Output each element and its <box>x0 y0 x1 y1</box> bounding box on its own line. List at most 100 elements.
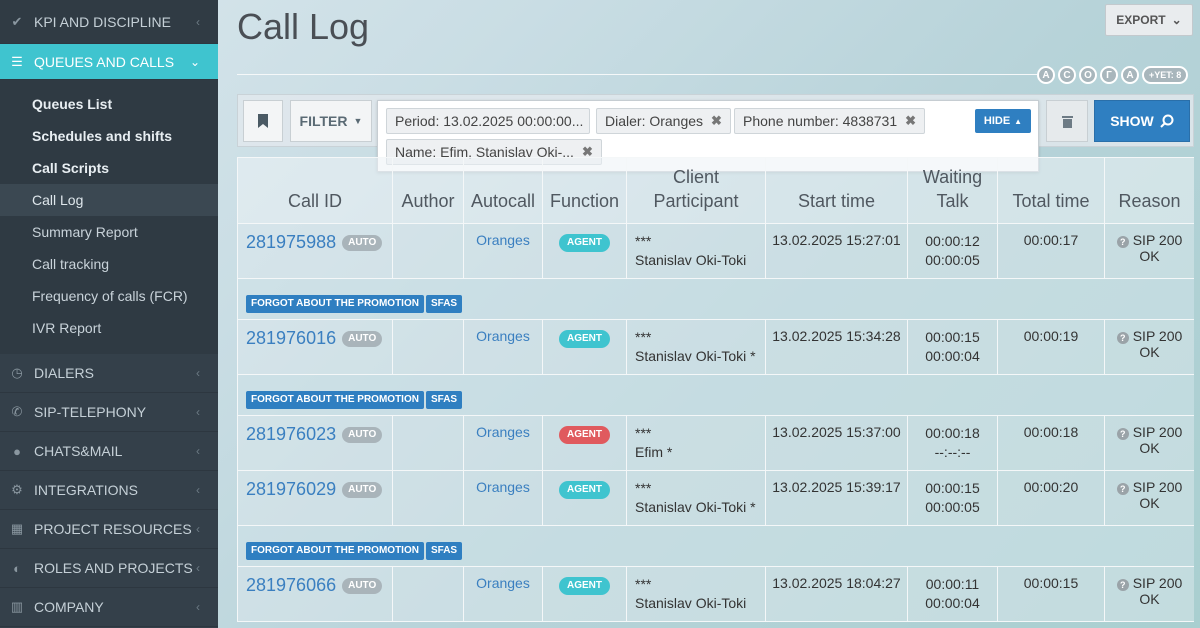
client-value: *** <box>635 480 652 496</box>
sidebar-item-label: QUEUES AND CALLS <box>34 53 175 70</box>
filter-chip-dialer[interactable]: Dialer: Oranges ✖ <box>596 108 731 134</box>
start-time-value: 13.02.2025 15:34:28 <box>765 319 908 375</box>
sidebar-item-label: INTEGRATIONS <box>34 482 138 498</box>
col-function[interactable]: Function <box>542 157 627 224</box>
avatar[interactable]: A <box>1121 66 1139 84</box>
tag-badge[interactable]: SFAS <box>425 542 463 560</box>
col-call-id[interactable]: Call ID <box>237 157 393 224</box>
question-icon[interactable]: ? <box>1116 579 1129 591</box>
submenu-schedules[interactable]: Schedules and shifts <box>0 120 218 152</box>
show-button[interactable]: SHOW <box>1094 100 1190 142</box>
author-cell <box>392 566 464 622</box>
avatars-more-badge[interactable]: +YET: 8 <box>1142 66 1189 84</box>
start-time-value: 13.02.2025 15:39:17 <box>765 470 908 526</box>
waiting-value: 00:00:15 <box>925 480 980 496</box>
total-time-value: 00:00:17 <box>997 223 1105 279</box>
call-id-link[interactable]: 281976066 <box>238 575 336 595</box>
sidebar-item-company[interactable]: ▥ COMPANY ‹ <box>0 588 218 627</box>
filter-chip-phone[interactable]: Phone number: 4838731 ✖ <box>734 108 926 134</box>
col-autocall[interactable]: Autocall <box>463 157 543 224</box>
filter-button[interactable]: FILTER ▼ <box>290 100 372 142</box>
waiting-value: 00:00:12 <box>925 233 980 249</box>
table-row: 281976016 AUTO Oranges AGENT *** Stanislav… <box>237 319 1194 375</box>
auto-badge: AUTO <box>342 578 383 594</box>
tag-row: FORGOT ABOUT THE PROMOTION SFAS <box>237 525 1194 567</box>
hide-filters-button[interactable]: HIDE ▲ <box>975 109 1031 133</box>
close-icon[interactable]: ✖ <box>711 113 722 129</box>
call-id-link[interactable]: 281976029 <box>238 479 336 499</box>
sidebar-item-dialers[interactable]: ◷ DIALERS ‹ <box>0 354 218 393</box>
start-time-value: 13.02.2025 15:27:01 <box>765 223 908 279</box>
sidebar-item-roles[interactable]: ◐ ROLES AND PROJECTS ‹ <box>0 549 218 588</box>
autocall-link[interactable]: Oranges <box>463 223 543 279</box>
waiting-value: 00:00:18 <box>925 425 980 441</box>
participant-value: Stanislav Oki-Toki * <box>635 348 756 364</box>
tag-badge[interactable]: FORGOT ABOUT THE PROMOTION <box>246 542 424 560</box>
sidebar-item-chats[interactable]: ● CHATS&MAIL ‹ <box>0 432 218 471</box>
autocall-link[interactable]: Oranges <box>463 470 543 526</box>
col-client-participant[interactable]: Client Participant <box>626 157 766 224</box>
gears-icon: ⚙ <box>11 482 23 497</box>
filter-chip-period[interactable]: Period: 13.02.2025 00:00:00... <box>386 108 590 134</box>
autocall-link[interactable]: Oranges <box>463 415 543 471</box>
col-waiting-talk[interactable]: Waiting Talk <box>907 157 998 224</box>
start-time-value: 13.02.2025 15:37:00 <box>765 415 908 471</box>
submenu-fcr[interactable]: Frequency of calls (FCR) <box>0 280 218 312</box>
submenu-queues-list[interactable]: Queues List <box>0 88 218 120</box>
question-icon[interactable]: ? <box>1116 428 1129 440</box>
sidebar-item-label: DIALERS <box>34 365 94 381</box>
table-row: 281976066 AUTO Oranges AGENT *** Stanislav… <box>237 566 1194 622</box>
author-cell <box>392 470 464 526</box>
avatar[interactable]: O <box>1079 66 1097 84</box>
clock-icon: ◷ <box>11 365 23 380</box>
tag-badge[interactable]: SFAS <box>425 295 463 313</box>
sidebar-item-label: ROLES AND PROJECTS <box>34 560 193 576</box>
author-cell <box>392 223 464 279</box>
col-total-time[interactable]: Total time <box>997 157 1105 224</box>
submenu-ivr-report[interactable]: IVR Report <box>0 312 218 344</box>
autocall-link[interactable]: Oranges <box>463 566 543 622</box>
close-icon[interactable]: ✖ <box>905 113 916 129</box>
bookmark-button[interactable] <box>243 100 283 142</box>
tag-badge[interactable]: FORGOT ABOUT THE PROMOTION <box>246 391 424 409</box>
question-icon[interactable]: ? <box>1116 236 1129 248</box>
sidebar-item-integrations[interactable]: ⚙ INTEGRATIONS ‹ <box>0 471 218 510</box>
export-button[interactable]: EXPORT ⌄ <box>1105 4 1193 36</box>
talk-value: 00:00:04 <box>925 595 980 611</box>
call-id-link[interactable]: 281976023 <box>238 424 336 444</box>
submenu-call-log[interactable]: Call Log <box>0 184 218 216</box>
talk-value: 00:00:05 <box>925 499 980 515</box>
sidebar-item-resources[interactable]: ▦ PROJECT RESOURCES ‹ <box>0 510 218 549</box>
submenu-call-scripts[interactable]: Call Scripts <box>0 152 218 184</box>
author-cell <box>392 415 464 471</box>
tag-badge[interactable]: SFAS <box>425 391 463 409</box>
sidebar-item-label: SIP-TELEPHONY <box>34 404 147 420</box>
function-badge: AGENT <box>559 481 610 499</box>
question-icon[interactable]: ? <box>1116 483 1129 495</box>
sidebar-item-queues[interactable]: ☰ QUEUES AND CALLS ⌄ <box>0 44 218 80</box>
col-start-time[interactable]: Start time <box>765 157 908 224</box>
submenu-call-tracking[interactable]: Call tracking <box>0 248 218 280</box>
talk-value: 00:00:04 <box>925 348 980 364</box>
sidebar-submenu: Queues List Schedules and shifts Call Sc… <box>0 80 218 354</box>
caret-up-icon: ▲ <box>1014 116 1023 126</box>
sidebar-item-sip[interactable]: ✆ SIP-TELEPHONY ‹ <box>0 393 218 432</box>
col-author[interactable]: Author <box>392 157 464 224</box>
clear-filters-button[interactable] <box>1046 100 1088 142</box>
question-icon[interactable]: ? <box>1116 332 1129 344</box>
avatar[interactable]: A <box>1037 66 1055 84</box>
submenu-summary-report[interactable]: Summary Report <box>0 216 218 248</box>
tag-badge[interactable]: FORGOT ABOUT THE PROMOTION <box>246 295 424 313</box>
waiting-value: 00:00:15 <box>925 329 980 345</box>
call-id-link[interactable]: 281975988 <box>238 232 336 252</box>
avatar[interactable]: Г <box>1100 66 1118 84</box>
call-id-link[interactable]: 281976016 <box>238 328 336 348</box>
chevron-left-icon: ‹ <box>196 600 200 614</box>
col-client: Client <box>672 167 720 187</box>
avatar[interactable]: C <box>1058 66 1076 84</box>
tag-row: FORGOT ABOUT THE PROMOTION SFAS <box>237 374 1194 416</box>
autocall-link[interactable]: Oranges <box>463 319 543 375</box>
col-reason[interactable]: Reason <box>1104 157 1194 224</box>
caret-down-icon: ▼ <box>353 116 363 126</box>
sidebar-item-kpi[interactable]: ✔ KPI AND DISCIPLINE ‹ <box>0 0 218 44</box>
